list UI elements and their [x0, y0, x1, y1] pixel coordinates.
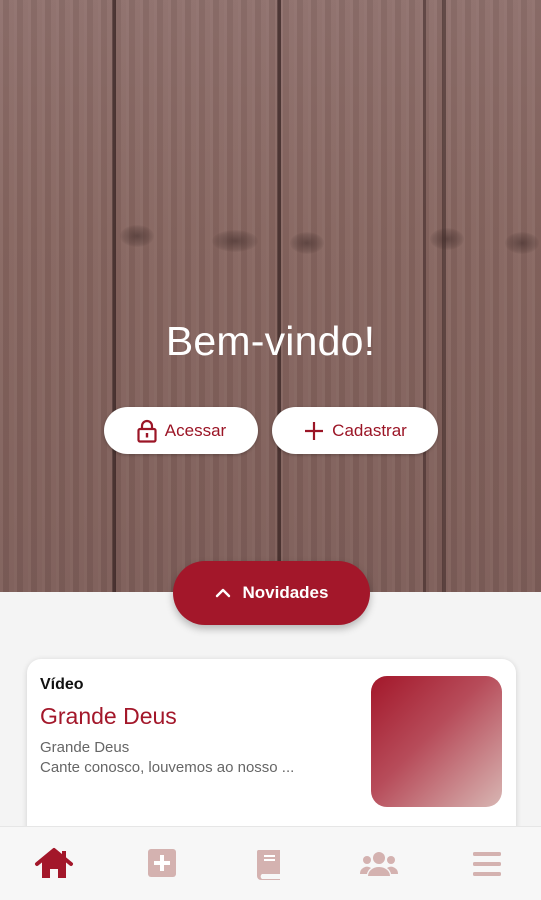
news-toggle-label: Novidades — [242, 583, 329, 602]
card-thumbnail — [371, 676, 502, 807]
wood-knot — [505, 232, 539, 254]
nav-home[interactable] — [24, 839, 84, 889]
card-subtitle: Grande Deus — [40, 739, 130, 756]
chevron-up-icon — [215, 588, 230, 598]
plank-divider — [423, 0, 426, 592]
book-icon — [257, 849, 281, 880]
register-button-label: Cadastrar — [332, 420, 407, 440]
nav-community[interactable] — [349, 839, 409, 889]
lock-icon — [137, 419, 157, 443]
nav-book[interactable] — [240, 839, 300, 889]
plus-square-icon — [148, 848, 177, 877]
plus-icon — [305, 421, 324, 440]
wood-knot — [120, 225, 154, 247]
nav-menu[interactable] — [457, 839, 517, 889]
news-card[interactable]: Vídeo Grande Deus Grande Deus Cante cono… — [27, 659, 516, 849]
hero-background: Bem-vindo! Acessar Cadastrar — [0, 0, 541, 592]
news-toggle-button[interactable]: Novidades — [173, 561, 370, 625]
menu-icon — [472, 851, 501, 876]
bottom-navigation — [0, 826, 541, 900]
plank-divider — [113, 0, 116, 592]
access-button[interactable]: Acessar — [104, 407, 258, 454]
users-icon — [359, 851, 398, 876]
register-button[interactable]: Cadastrar — [272, 407, 438, 454]
wood-knot — [290, 232, 324, 254]
wood-knot — [430, 228, 464, 250]
card-title: Grande Deus — [40, 703, 177, 729]
plank-divider — [278, 0, 281, 592]
card-type: Vídeo — [40, 676, 84, 693]
access-button-label: Acessar — [164, 420, 227, 440]
welcome-title: Bem-vindo! — [165, 318, 376, 364]
card-description: Cante conosco, louvemos ao nosso ... — [40, 759, 295, 776]
nav-add[interactable] — [132, 839, 192, 889]
wood-knot — [212, 230, 258, 252]
home-icon — [35, 847, 74, 878]
